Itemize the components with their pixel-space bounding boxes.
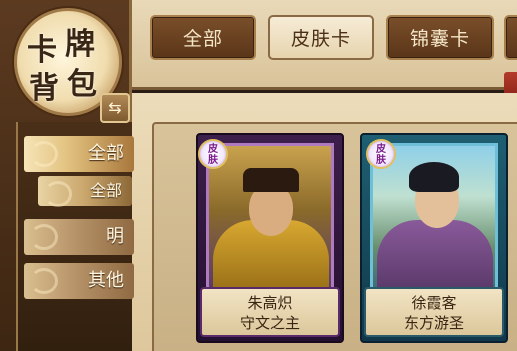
- tab-strategy-card[interactable]: 锦囊卡: [386, 15, 494, 60]
- sidebar-item-ming[interactable]: 明: [24, 219, 134, 255]
- emblem-char-4: 包: [67, 67, 97, 102]
- figure-hat: [243, 168, 299, 192]
- sidebar-item-other[interactable]: 其他: [24, 263, 134, 299]
- sidebar-item-label: 全部: [88, 143, 124, 164]
- card-title: 守文之主: [239, 314, 300, 332]
- emblem-char-3: 背: [29, 71, 59, 106]
- sidebar: 卡 牌 背 包 ⇆ 全部 全部 明 其他: [0, 0, 134, 351]
- card-nameplate: 徐霞客 东方游圣: [364, 287, 504, 337]
- badge-char: 肤: [376, 155, 386, 166]
- sidebar-subitem-all[interactable]: 全部: [38, 176, 132, 207]
- card-nameplate: 朱高炽 守文之主: [200, 287, 340, 337]
- swirl-decoration: [30, 268, 58, 294]
- skin-badge-icon: 皮 肤: [366, 139, 396, 169]
- sidebar-item-all[interactable]: 全部: [24, 136, 134, 172]
- badge-char: 皮: [208, 144, 218, 155]
- swirl-decoration: [30, 224, 58, 250]
- figure-robe: [377, 220, 493, 290]
- skin-badge-icon: 皮 肤: [198, 139, 228, 169]
- card-name: 徐霞客: [411, 294, 457, 312]
- sidebar-item-label: 其他: [88, 270, 124, 291]
- sidebar-item-label: 明: [106, 226, 124, 247]
- swirl-decoration: [30, 141, 58, 167]
- badge-char: 肤: [208, 155, 218, 166]
- card-name: 朱高炽: [247, 294, 293, 312]
- tab-skin-card[interactable]: 皮肤卡: [268, 15, 374, 60]
- skin-card[interactable]: 皮 肤 朱高炽 守文之主: [196, 133, 344, 343]
- tab-more[interactable]: [504, 15, 517, 60]
- swap-icon[interactable]: ⇆: [100, 93, 130, 123]
- badge-char: 皮: [376, 144, 386, 155]
- emblem-char-2: 牌: [65, 27, 95, 62]
- tab-all[interactable]: 全部: [150, 15, 256, 60]
- sidebar-item-label: 全部: [89, 181, 122, 200]
- swirl-decoration: [44, 181, 72, 207]
- category-bar: 全部 皮肤卡 锦囊卡: [132, 0, 517, 90]
- skin-card[interactable]: 皮 肤 徐霞客 东方游圣: [360, 133, 508, 343]
- card-bag-screen: 全部 皮肤卡 锦囊卡 卡 牌 背 包 ⇆ 全部 全部 明 其他 皮 肤 朱高炽 …: [0, 0, 517, 351]
- card-title: 东方游圣: [403, 314, 464, 332]
- figure-hair: [409, 162, 459, 192]
